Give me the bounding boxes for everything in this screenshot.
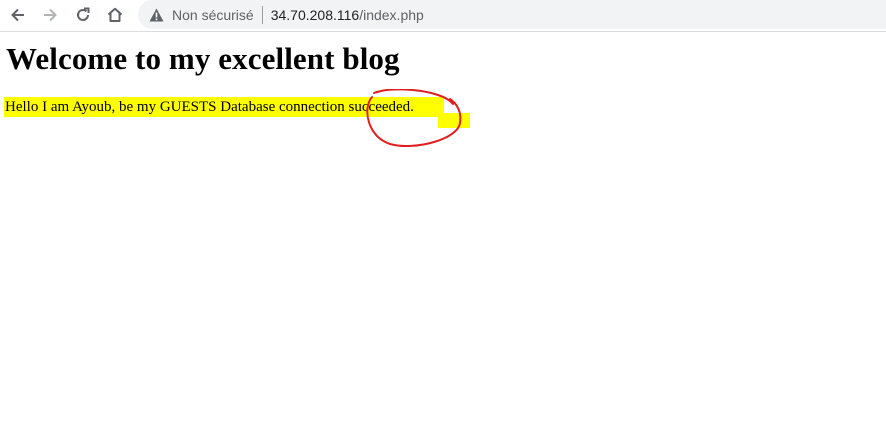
warning-triangle-icon[interactable] <box>148 7 164 23</box>
back-button[interactable] <box>6 4 30 26</box>
reload-icon <box>77 7 90 21</box>
url-text[interactable]: 34.70.208.116/index.php <box>271 7 424 23</box>
browser-toolbar: Non sécurisé 34.70.208.116/index.php <box>0 0 886 32</box>
address-bar[interactable]: Non sécurisé 34.70.208.116/index.php <box>138 0 886 29</box>
page-title: Welcome to my excellent blog <box>6 41 400 76</box>
page-content: Welcome to my excellent blog Hello I am … <box>0 33 886 442</box>
url-path: /index.php <box>359 6 424 23</box>
home-icon <box>107 7 123 22</box>
annotation-circle <box>366 89 462 148</box>
forward-button[interactable] <box>38 4 62 26</box>
arrow-right-icon <box>44 8 57 22</box>
body-text: Hello I am Ayoub, be my GUESTS Database … <box>5 99 414 115</box>
home-button[interactable] <box>103 4 127 26</box>
arrow-left-icon <box>11 8 24 22</box>
url-host: 34.70.208.116 <box>270 6 360 23</box>
address-bar-divider <box>261 5 263 24</box>
reload-button[interactable] <box>71 4 95 26</box>
security-label[interactable]: Non sécurisé <box>172 7 254 23</box>
